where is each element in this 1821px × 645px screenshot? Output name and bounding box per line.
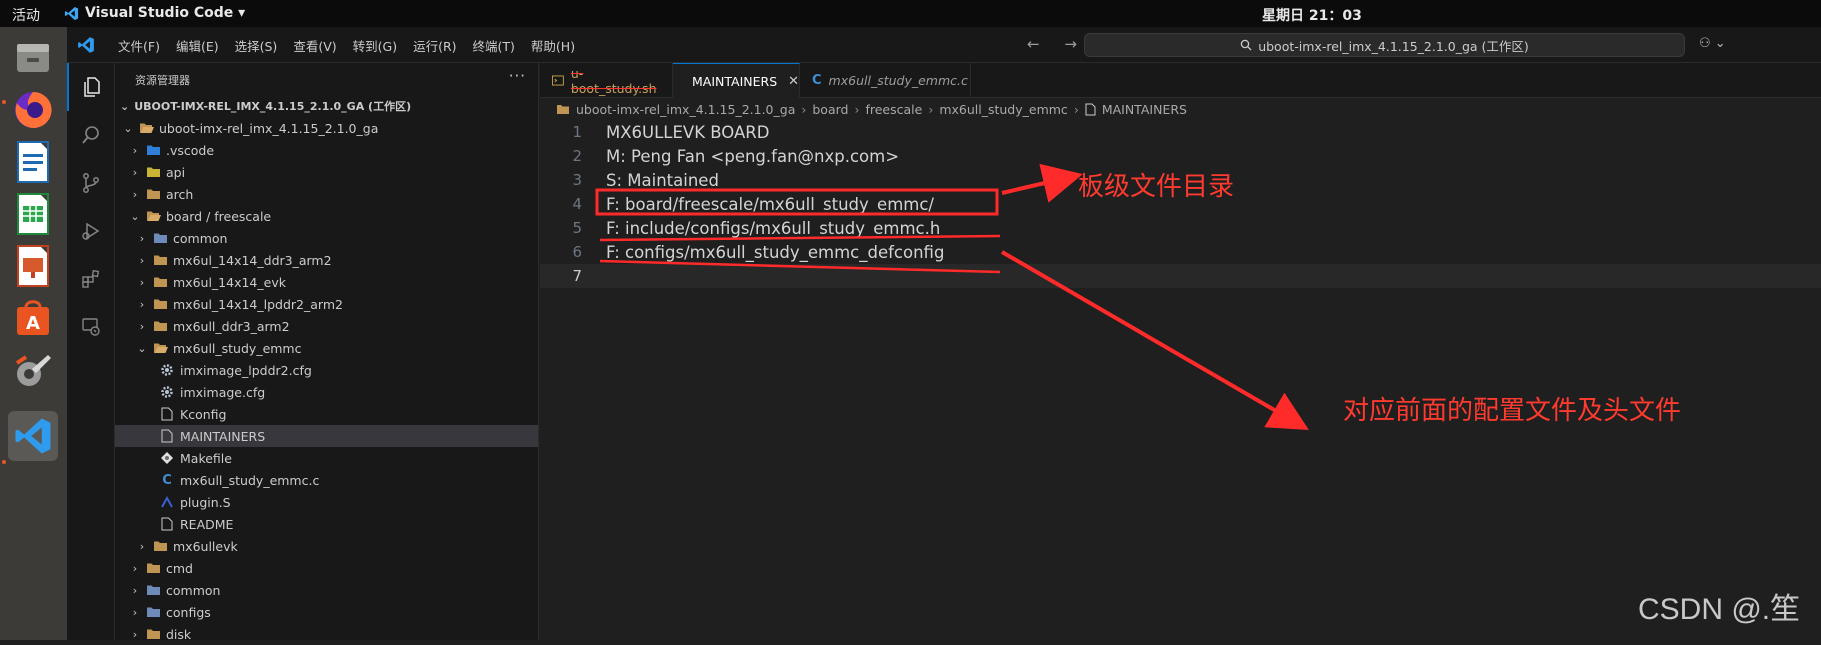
highlight-box	[595, 188, 999, 216]
watermark: CSDN @.笙	[1638, 593, 1801, 626]
annotation-config-files: 对应前面的配置文件及头文件	[1343, 396, 1682, 426]
arrow-to-board-note	[1001, 163, 1083, 203]
underline-mark	[599, 259, 1001, 274]
underline-mark	[599, 234, 1001, 242]
arrow-to-config-note	[1000, 250, 1309, 431]
annotation-overlay	[595, 163, 1309, 431]
annotation-board-dir: 板级文件目录	[1078, 172, 1235, 202]
